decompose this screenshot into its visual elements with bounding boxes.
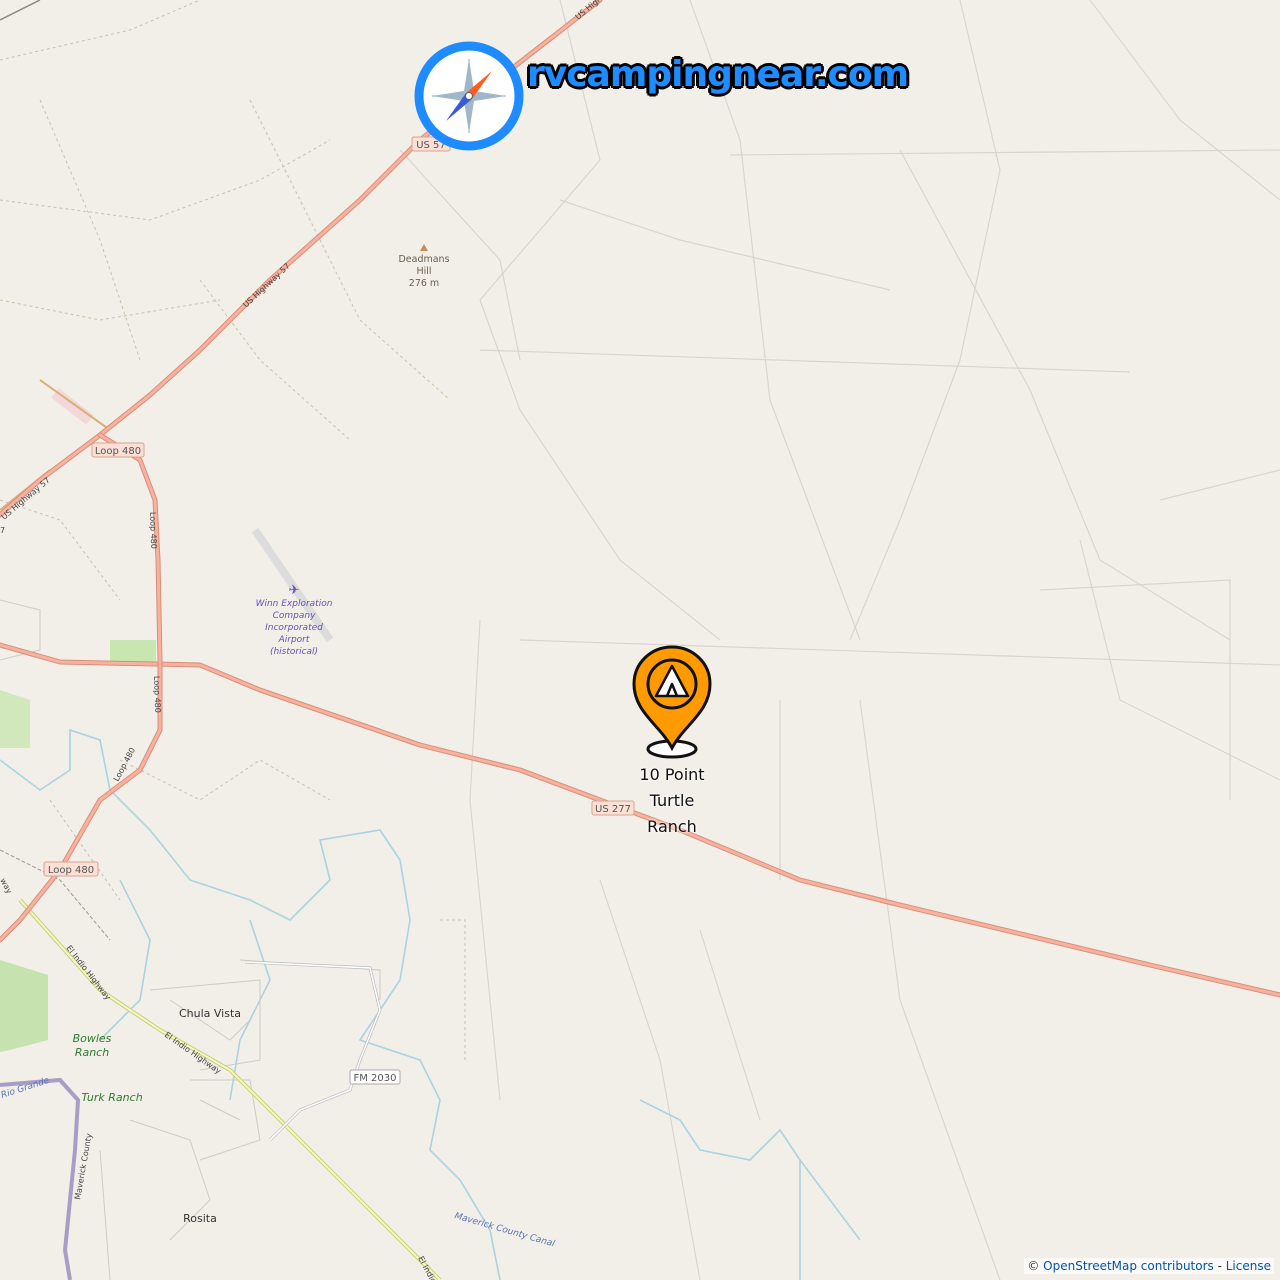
- place-bowles-ranch: Bowles: [73, 1032, 112, 1045]
- road-shield-loop480-south: Loop 480: [43, 861, 99, 877]
- rio-grande-river: [0, 1077, 81, 1280]
- map-canvas[interactable]: US 57 Loop 480 US 277 Loop 480 FM 2030 U…: [0, 0, 1280, 1280]
- minor-tracks: [399, 0, 1280, 1280]
- road-label-us57: US Highway 57: [241, 261, 292, 309]
- svg-text:Loop 480: Loop 480: [48, 865, 94, 876]
- road-shield-fm2030: FM 2030: [349, 1069, 401, 1085]
- copyright-symbol: ©: [1027, 1259, 1040, 1273]
- osm-contributors-link[interactable]: OpenStreetMap contributors: [1043, 1259, 1214, 1273]
- dashed-tracks: [0, 0, 466, 1060]
- place-bowles-ranch: Ranch: [75, 1046, 109, 1059]
- road-label-loop480: Loop 480: [148, 512, 158, 549]
- svg-text:276 m: 276 m: [409, 278, 439, 289]
- park-area: [110, 640, 156, 664]
- edge-label: way: [0, 877, 14, 896]
- park-area: [0, 690, 30, 748]
- place-rosita: Rosita: [183, 1212, 217, 1225]
- campground-name-label[interactable]: 10 Point Turtle Ranch: [622, 762, 722, 840]
- svg-text:Winn Exploration: Winn Exploration: [256, 599, 333, 609]
- river-label: Rio Grande: [0, 1076, 51, 1101]
- road-label-loop480: Loop 480: [152, 676, 162, 713]
- park-area: [0, 960, 48, 1052]
- attribution-separator: -: [1213, 1259, 1226, 1273]
- rivers: [0, 728, 861, 1280]
- campground-name-line: Ranch: [647, 817, 697, 836]
- airplane-icon: ✈: [289, 583, 300, 598]
- road-label-el-indio: El Indio Highway: [64, 944, 112, 1002]
- map-attribution: © OpenStreetMap contributors - License: [1024, 1258, 1274, 1274]
- railway: [0, 0, 41, 21]
- svg-text:Deadmans: Deadmans: [398, 254, 449, 265]
- edge-label: 7: [0, 526, 5, 535]
- svg-text:Company: Company: [273, 611, 316, 621]
- canal-label: Maverick County Canal: [453, 1211, 556, 1249]
- place-chula-vista: Chula Vista: [179, 1007, 241, 1020]
- road-shield-loop480-north: Loop 480: [91, 442, 145, 458]
- road-label-el-indio: El Indio Highway: [163, 1030, 223, 1076]
- svg-text:Hill: Hill: [416, 266, 431, 277]
- primary-roads: [0, 0, 1280, 998]
- airport-runway: [51, 388, 94, 425]
- campground-name-line: Turtle: [649, 791, 695, 810]
- svg-text:Loop 480: Loop 480: [95, 446, 141, 457]
- road-label-us57: US Highway 57: [0, 476, 52, 522]
- brand-site-name[interactable]: rvcampingnear.com: [527, 54, 909, 95]
- svg-text:(historical): (historical): [270, 647, 318, 657]
- place-turk-ranch: Turk Ranch: [81, 1091, 142, 1104]
- svg-text:Incorporated: Incorporated: [265, 623, 323, 633]
- campground-marker[interactable]: [632, 645, 712, 759]
- brand-logo[interactable]: [414, 40, 524, 152]
- campground-name-line: 10 Point: [639, 765, 705, 784]
- road-label-us57: US Highw: [574, 0, 610, 22]
- svg-text:Airport: Airport: [278, 635, 310, 645]
- compass-icon: [414, 41, 524, 151]
- peak-deadmans-hill: Deadmans Hill 276 m: [398, 244, 450, 289]
- license-link[interactable]: License: [1226, 1259, 1271, 1273]
- svg-text:FM 2030: FM 2030: [353, 1073, 396, 1084]
